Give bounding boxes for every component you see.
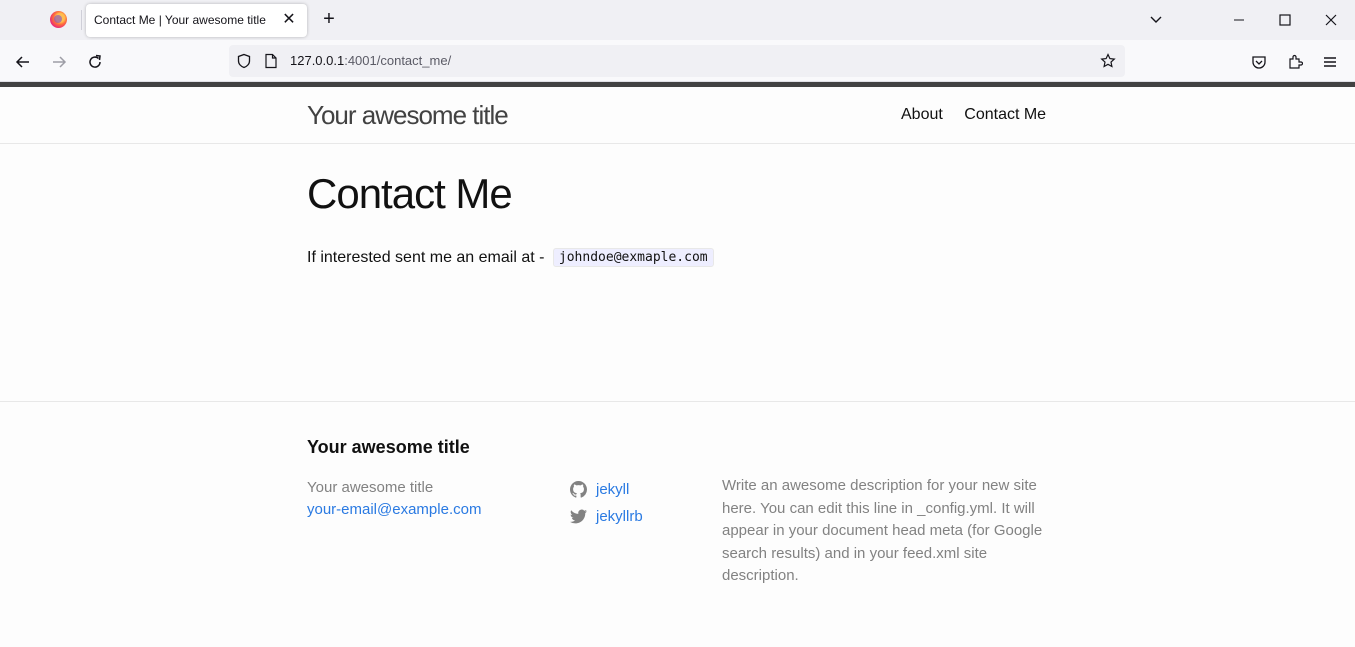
tab-separator — [81, 10, 82, 30]
github-username[interactable]: jekyll — [596, 481, 629, 498]
twitter-username[interactable]: jekyllrb — [596, 508, 643, 525]
site-title-link[interactable]: Your awesome title — [307, 100, 509, 131]
back-button[interactable] — [9, 47, 37, 75]
extensions-button[interactable] — [1281, 47, 1309, 75]
intro-text: If interested sent me an email at - — [307, 249, 545, 266]
nav-link-about[interactable]: About — [901, 106, 943, 123]
intro-paragraph: If interested sent me an email at - john… — [307, 248, 714, 267]
url-host: 127.0.0.1 — [290, 53, 345, 68]
github-icon — [570, 481, 587, 498]
chevron-down-icon — [1150, 16, 1162, 24]
firefox-icon[interactable] — [50, 11, 67, 28]
site-nav: About Contact Me — [901, 106, 1063, 124]
reload-button[interactable] — [81, 47, 109, 75]
twitter-icon — [570, 509, 587, 524]
app-menu-button[interactable] — [1316, 47, 1344, 75]
browser-tab-bar: Contact Me | Your awesome title ✕ + — [0, 0, 1355, 40]
tab-title: Contact Me | Your awesome title — [94, 13, 266, 27]
contact-email-code: johndoe@exmaple.com — [552, 248, 714, 267]
back-icon — [15, 55, 29, 68]
shield-icon[interactable] — [236, 53, 252, 69]
forward-icon — [53, 55, 67, 68]
page-title: Contact Me — [307, 170, 513, 217]
tab-close-icon[interactable]: ✕ — [279, 10, 299, 30]
reload-icon — [89, 54, 101, 68]
footer-name: Your awesome title — [307, 479, 434, 496]
browser-toolbar: 127.0.0.1:4001/contact_me/ — [0, 40, 1355, 82]
footer-email-link[interactable]: your-email@example.com — [307, 499, 481, 521]
footer-contact-list: Your awesome title your-email@example.co… — [307, 477, 481, 521]
pocket-icon — [1252, 55, 1266, 69]
new-tab-button[interactable]: + — [317, 8, 341, 32]
page-icon[interactable] — [264, 53, 278, 69]
minimize-icon — [1234, 19, 1244, 21]
star-icon[interactable] — [1100, 53, 1116, 69]
site-header: Your awesome title About Contact Me — [0, 87, 1355, 144]
github-link[interactable]: jekyll — [570, 476, 643, 503]
menu-icon — [1324, 56, 1336, 67]
browser-tab-active[interactable]: Contact Me | Your awesome title ✕ — [86, 4, 307, 37]
list-all-tabs-button[interactable] — [1133, 0, 1179, 40]
footer-heading: Your awesome title — [307, 437, 470, 457]
pocket-button[interactable] — [1245, 47, 1273, 75]
site-footer: Your awesome title Your awesome title yo… — [0, 401, 1355, 647]
forward-button[interactable] — [45, 47, 73, 75]
minimize-button[interactable] — [1216, 0, 1262, 40]
site-description: Write an awesome description for your ne… — [722, 477, 1043, 585]
url-path: :4001/contact_me/ — [344, 53, 452, 68]
url-text[interactable]: 127.0.0.1:4001/contact_me/ — [290, 53, 451, 68]
twitter-link[interactable]: jekyllrb — [570, 503, 643, 530]
nav-link-contact-me[interactable]: Contact Me — [964, 106, 1046, 123]
footer-social-list: jekyll jekyllrb — [570, 476, 643, 530]
url-bar[interactable]: 127.0.0.1:4001/contact_me/ — [229, 45, 1125, 77]
close-window-button[interactable] — [1308, 0, 1354, 40]
maximize-button[interactable] — [1262, 0, 1308, 40]
maximize-icon — [1279, 14, 1291, 26]
extensions-icon — [1289, 54, 1304, 69]
close-icon — [1325, 14, 1337, 26]
